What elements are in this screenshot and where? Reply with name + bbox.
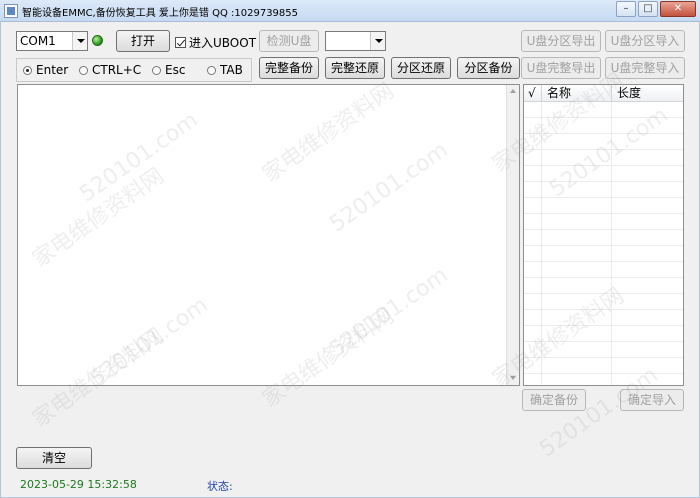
- scroll-down-icon[interactable]: [507, 372, 519, 385]
- confirm-import-button[interactable]: 确定导入: [620, 389, 684, 411]
- usb-partition-export-button[interactable]: U盘分区导出: [521, 30, 601, 52]
- minimize-button[interactable]: –: [616, 1, 636, 17]
- full-restore-button[interactable]: 完整还原: [325, 57, 385, 79]
- radio-unselected-icon[interactable]: [79, 65, 88, 75]
- drive-select[interactable]: [325, 31, 386, 51]
- usb-full-import-button[interactable]: U盘完整导入: [605, 57, 685, 79]
- partition-backup-button[interactable]: 分区备份: [457, 57, 520, 79]
- radio-esc-label: Esc: [165, 63, 186, 77]
- column-name[interactable]: 名称: [542, 85, 612, 102]
- partition-list-grid: [524, 102, 683, 385]
- port-select-value: COM1: [20, 34, 56, 48]
- chevron-down-icon[interactable]: [370, 32, 385, 50]
- partition-list[interactable]: √ 名称 长度: [523, 84, 684, 386]
- radio-unselected-icon[interactable]: [207, 65, 216, 75]
- radio-enter[interactable]: Enter: [23, 63, 68, 77]
- usb-partition-import-button[interactable]: U盘分区导入: [605, 30, 685, 52]
- enter-uboot-label: 进入UBOOT: [189, 36, 257, 50]
- connection-led-icon: [92, 35, 103, 46]
- usb-full-export-button[interactable]: U盘完整导出: [521, 57, 601, 79]
- enter-uboot-checkbox[interactable]: 进入UBOOT: [175, 34, 256, 51]
- title-bar: 智能设备EMMC,备份恢复工具 爱上你是错 QQ :1029739855 – □…: [0, 0, 700, 22]
- open-button[interactable]: 打开: [116, 30, 170, 52]
- radio-esc[interactable]: Esc: [152, 63, 185, 77]
- status-label: 状态:: [207, 480, 233, 493]
- status-datetime: 2023-05-29 15:32:58: [20, 478, 137, 491]
- clear-button[interactable]: 清空: [16, 447, 92, 469]
- column-length[interactable]: 长度: [612, 85, 683, 102]
- full-backup-button[interactable]: 完整备份: [259, 57, 319, 79]
- window-controls: – □ ✕: [616, 1, 696, 17]
- column-check[interactable]: √: [524, 85, 542, 102]
- radio-enter-label: Enter: [36, 63, 69, 77]
- console-output[interactable]: [17, 84, 520, 386]
- checkbox-checked-icon[interactable]: [175, 37, 186, 48]
- maximize-button[interactable]: □: [638, 1, 658, 17]
- port-select[interactable]: COM1: [16, 31, 88, 51]
- confirm-backup-button[interactable]: 确定备份: [522, 389, 586, 411]
- window-title: 智能设备EMMC,备份恢复工具 爱上你是错 QQ :1029739855: [22, 8, 299, 19]
- partition-restore-button[interactable]: 分区还原: [391, 57, 451, 79]
- chevron-down-icon[interactable]: [72, 32, 87, 50]
- radio-tab[interactable]: TAB: [207, 63, 243, 77]
- console-scrollbar[interactable]: [506, 85, 519, 385]
- partition-list-header: √ 名称 长度: [524, 85, 683, 102]
- radio-tab-label: TAB: [220, 63, 243, 77]
- detect-usb-button[interactable]: 检测U盘: [259, 30, 319, 52]
- key-radio-group: Enter CTRL+C Esc TAB: [16, 58, 252, 82]
- radio-unselected-icon[interactable]: [152, 65, 161, 75]
- radio-selected-icon[interactable]: [23, 65, 32, 75]
- close-button[interactable]: ✕: [660, 1, 696, 17]
- radio-ctrl-c-label: CTRL+C: [92, 63, 142, 77]
- radio-ctrl-c[interactable]: CTRL+C: [79, 63, 141, 77]
- scroll-up-icon[interactable]: [507, 85, 519, 98]
- app-icon: [4, 4, 18, 18]
- grid-divider: [611, 102, 612, 385]
- grid-divider: [541, 102, 542, 385]
